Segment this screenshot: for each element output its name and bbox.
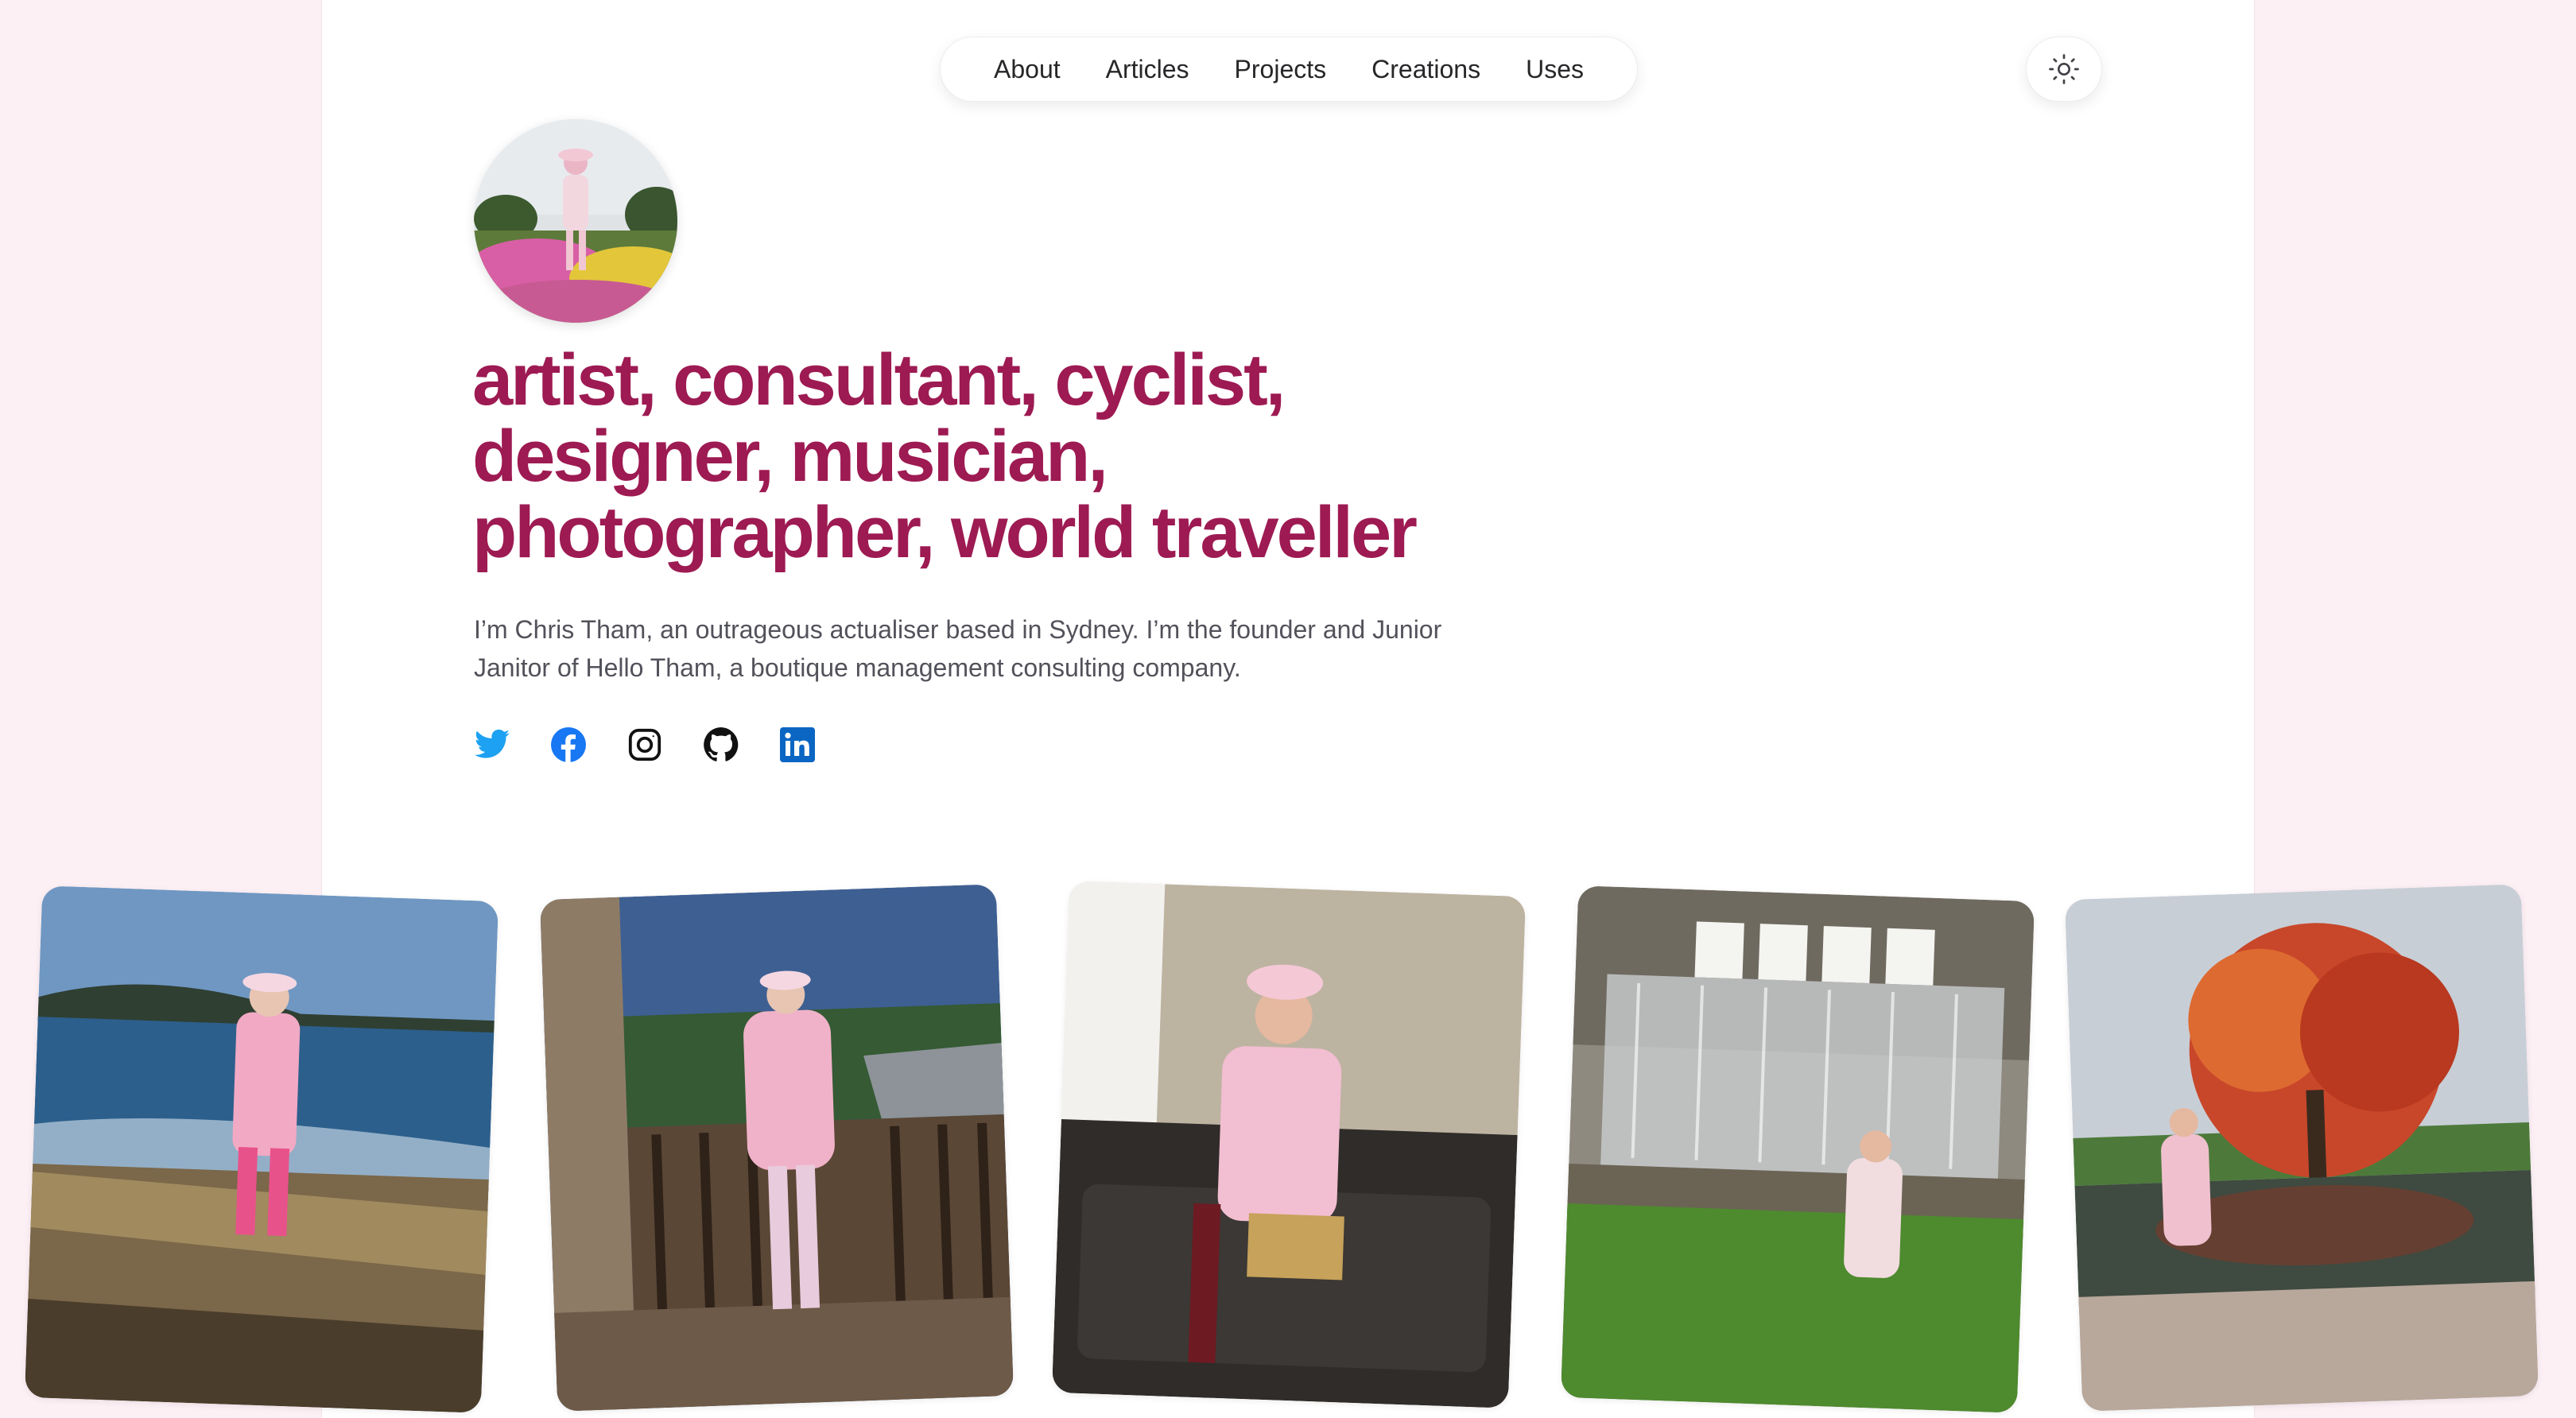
github-icon	[704, 727, 739, 761]
nav-articles[interactable]: Articles	[1095, 48, 1201, 91]
facebook-icon	[551, 727, 586, 762]
facebook-link[interactable]	[549, 725, 588, 765]
top-navigation: About Articles Projects Creations Uses	[940, 37, 1638, 102]
nav-uses[interactable]: Uses	[1515, 48, 1595, 91]
linkedin-link[interactable]	[778, 725, 817, 765]
twitter-icon	[475, 729, 510, 758]
headline-line-1: artist, consultant, cyclist,	[472, 339, 1286, 420]
twitter-link[interactable]	[472, 725, 512, 765]
github-link[interactable]	[701, 725, 741, 765]
headline-line-3: photographer, world traveller	[472, 492, 1418, 573]
nav-creations[interactable]: Creations	[1360, 48, 1492, 91]
instagram-icon	[628, 728, 661, 761]
photo-weir-waterfall[interactable]	[1560, 885, 2035, 1413]
linkedin-icon	[780, 727, 815, 762]
social-links	[472, 725, 817, 765]
nav-projects[interactable]: Projects	[1224, 48, 1338, 91]
nav-about[interactable]: About	[983, 48, 1072, 91]
headline-line-2: designer, musician,	[472, 416, 1108, 497]
instagram-link[interactable]	[625, 725, 665, 765]
theme-toggle-button[interactable]	[2026, 37, 2102, 102]
page-headline: artist, consultant, cyclist, designer, m…	[472, 342, 1585, 571]
photo-deck-trees[interactable]	[539, 884, 1014, 1412]
sun-icon	[2049, 54, 2079, 84]
photo-coast-rocks[interactable]	[24, 885, 499, 1413]
photo-autumn-tree-pond[interactable]	[2064, 884, 2539, 1412]
intro-paragraph: I’m Chris Tham, an outrageous actualiser…	[474, 615, 1442, 682]
avatar[interactable]	[474, 119, 677, 323]
photo-sofa-indoors[interactable]	[1051, 881, 1527, 1408]
